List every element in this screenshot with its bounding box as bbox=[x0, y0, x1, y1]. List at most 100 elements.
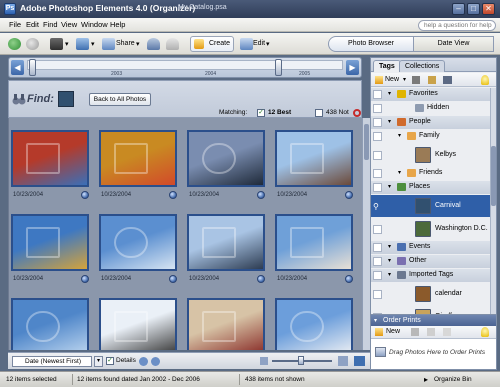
organize-bin-toggle[interactable]: Organize Bin bbox=[434, 376, 472, 383]
photo-thumbnail[interactable] bbox=[187, 214, 265, 271]
tag-find-checkbox[interactable] bbox=[373, 183, 382, 192]
details-checkbox[interactable]: ✓ bbox=[106, 357, 114, 365]
tag-find-checkbox[interactable] bbox=[373, 151, 382, 160]
best-match-checkbox[interactable]: ✓ bbox=[257, 109, 265, 117]
tag-row-calendar[interactable]: calendar bbox=[371, 283, 490, 305]
rotate-cw-icon[interactable] bbox=[151, 357, 160, 366]
organize-bin-arrow-icon[interactable]: ▸ bbox=[424, 375, 428, 384]
timeline[interactable]: ◀ 2003 2004 2005 ▶ bbox=[8, 57, 362, 78]
tag-row-kelbys[interactable]: Kelbys bbox=[371, 144, 490, 166]
camera-icon[interactable] bbox=[50, 38, 63, 50]
tag-row-washington-d-c[interactable]: Washington D.C. bbox=[371, 218, 490, 240]
tag-find-checkbox[interactable] bbox=[373, 90, 382, 99]
send-order-icon[interactable] bbox=[443, 328, 451, 336]
photo-thumbnail[interactable] bbox=[275, 298, 353, 350]
tag-find-checkbox[interactable] bbox=[373, 225, 382, 234]
tab-collections[interactable]: Collections bbox=[399, 60, 446, 72]
rotate-right-icon[interactable] bbox=[166, 38, 179, 50]
menu-view[interactable]: View bbox=[61, 20, 77, 29]
tag-find-checkbox[interactable] bbox=[373, 104, 382, 113]
share-icon[interactable] bbox=[102, 38, 115, 50]
map-globe-icon[interactable] bbox=[81, 275, 89, 283]
photo-thumbnail[interactable] bbox=[11, 130, 89, 187]
view-dropdown-icon[interactable]: ▾ bbox=[91, 40, 95, 48]
timeline-track[interactable] bbox=[27, 60, 343, 70]
find-binoculars-icon[interactable]: ⚲ bbox=[373, 202, 382, 211]
menu-help[interactable]: Help bbox=[110, 20, 125, 29]
tag-row-friends[interactable]: ▾ Friends bbox=[371, 167, 490, 180]
tag-row-giraffes[interactable]: Giraffes bbox=[371, 306, 490, 314]
tag-find-checkbox[interactable] bbox=[373, 257, 382, 266]
tags-scrollbar[interactable] bbox=[490, 88, 496, 314]
share-dropdown-icon[interactable]: ▾ bbox=[136, 40, 140, 48]
tag-row-carnival[interactable]: ⚲ Carnival bbox=[371, 195, 490, 217]
help-search-input[interactable]: help a question for help bbox=[418, 20, 496, 31]
tag-find-checkbox[interactable] bbox=[373, 169, 382, 178]
new-tag-dropdown-icon[interactable]: ▾ bbox=[403, 76, 406, 83]
rotate-ccw-icon[interactable] bbox=[139, 357, 148, 366]
tag-find-checkbox[interactable] bbox=[373, 132, 382, 141]
expand-collapse-icon[interactable]: ▾ bbox=[388, 183, 391, 190]
edit-order-icon[interactable] bbox=[427, 328, 435, 336]
large-thumbnail-icon[interactable] bbox=[338, 356, 348, 366]
tag-find-checkbox[interactable] bbox=[373, 118, 382, 127]
photo-thumbnail[interactable] bbox=[11, 298, 89, 350]
create-button[interactable]: Create bbox=[190, 36, 234, 52]
menu-find[interactable]: Find bbox=[43, 20, 58, 29]
tag-row-family[interactable]: ▾ Family bbox=[371, 130, 490, 143]
expand-collapse-icon[interactable]: ▾ bbox=[388, 243, 391, 250]
expand-collapse-icon[interactable]: ▾ bbox=[388, 271, 391, 278]
tag-row-places[interactable]: ▾ Places bbox=[371, 181, 490, 194]
back-arrow-icon[interactable] bbox=[8, 38, 21, 50]
map-globe-icon[interactable] bbox=[257, 191, 265, 199]
expand-collapse-icon[interactable]: ▾ bbox=[388, 257, 391, 264]
timeline-right-arrow-icon[interactable]: ▶ bbox=[346, 60, 359, 75]
tag-row-favorites[interactable]: ▾ Favorites bbox=[371, 88, 490, 101]
expand-collapse-icon[interactable]: ▾ bbox=[398, 169, 401, 176]
photo-thumbnail[interactable] bbox=[187, 298, 265, 350]
photo-thumbnail[interactable] bbox=[99, 130, 177, 187]
tag-find-checkbox[interactable] bbox=[373, 243, 382, 252]
tags-scroll-thumb[interactable] bbox=[491, 146, 496, 206]
timeline-start-handle[interactable] bbox=[29, 59, 36, 76]
not-match-checkbox[interactable] bbox=[315, 109, 323, 117]
map-globe-icon[interactable] bbox=[81, 191, 89, 199]
tag-row-hidden[interactable]: Hidden bbox=[371, 102, 490, 115]
photo-browser-button[interactable]: Photo Browser bbox=[328, 36, 414, 52]
new-order-button[interactable]: New bbox=[386, 328, 400, 335]
grid-vertical-scrollbar[interactable] bbox=[362, 118, 370, 350]
menu-edit[interactable]: Edit bbox=[26, 20, 39, 29]
close-button[interactable]: ✕ bbox=[482, 3, 495, 15]
sort-select[interactable]: Date (Newest First) bbox=[12, 356, 92, 367]
tag-row-events[interactable]: ▾ Events bbox=[371, 241, 490, 254]
map-globe-icon[interactable] bbox=[169, 275, 177, 283]
new-tag-button[interactable]: New bbox=[385, 76, 399, 83]
photo-thumbnail[interactable] bbox=[99, 298, 177, 350]
tag-find-checkbox[interactable] bbox=[373, 290, 382, 299]
timeline-left-arrow-icon[interactable]: ◀ bbox=[11, 60, 24, 75]
order-prints-collapse-icon[interactable]: ▾ bbox=[374, 317, 377, 324]
expand-collapse-icon[interactable]: ▾ bbox=[388, 90, 391, 97]
find-faces-icon[interactable] bbox=[443, 76, 452, 84]
thumbnail-size-slider-handle[interactable] bbox=[298, 356, 304, 365]
grid-scroll-thumb[interactable] bbox=[364, 124, 369, 160]
photo-thumbnail[interactable] bbox=[275, 130, 353, 187]
rotate-left-icon[interactable] bbox=[147, 38, 160, 50]
expand-collapse-icon[interactable]: ▾ bbox=[388, 118, 391, 125]
forward-arrow-icon[interactable] bbox=[26, 38, 39, 50]
tag-row-imported-tags[interactable]: ▾ Imported Tags bbox=[371, 269, 490, 282]
expand-collapse-icon[interactable]: ▾ bbox=[398, 132, 401, 139]
edit-dropdown-icon[interactable]: ▾ bbox=[266, 40, 270, 48]
edit-tag-icon[interactable] bbox=[428, 76, 436, 84]
get-photos-dropdown-icon[interactable]: ▾ bbox=[65, 40, 69, 48]
photo-thumbnail[interactable] bbox=[187, 130, 265, 187]
tips-lightbulb-icon[interactable] bbox=[481, 75, 489, 85]
date-view-button[interactable]: Date View bbox=[414, 36, 494, 52]
sort-dropdown-icon[interactable]: ▾ bbox=[94, 356, 103, 367]
view-grid-icon[interactable] bbox=[76, 38, 89, 50]
delete-tag-icon[interactable] bbox=[412, 76, 420, 84]
map-globe-icon[interactable] bbox=[169, 191, 177, 199]
edit-icon[interactable] bbox=[240, 38, 253, 50]
single-photo-view-icon[interactable] bbox=[354, 356, 365, 366]
tab-tags[interactable]: Tags bbox=[373, 60, 401, 72]
